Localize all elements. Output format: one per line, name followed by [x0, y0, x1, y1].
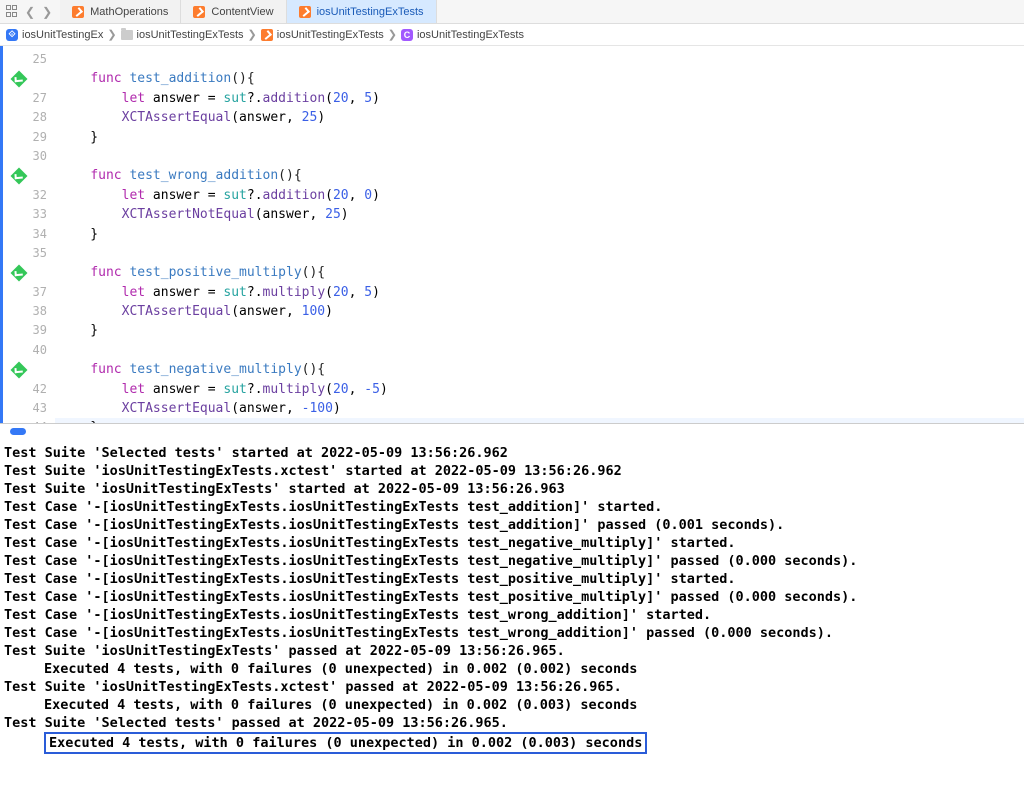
breadcrumb-file[interactable]: iosUnitTestingExTests	[277, 29, 384, 41]
console-line: Test Suite 'iosUnitTestingExTests' passe…	[4, 642, 1020, 660]
line-number	[3, 263, 55, 282]
swift-icon	[299, 6, 311, 18]
tab-label: MathOperations	[90, 6, 168, 18]
line-number: 35	[3, 244, 55, 263]
related-items-icon[interactable]	[6, 5, 20, 19]
line-number	[3, 166, 55, 185]
line-number: 33	[3, 205, 55, 224]
console-line: Test Case '-[iosUnitTestingExTests.iosUn…	[4, 534, 1020, 552]
line-number: 32	[3, 186, 55, 205]
code-line[interactable]: }	[55, 225, 1024, 244]
tab-bar: ❮ ❯ MathOperations ContentView iosUnitTe…	[0, 0, 1024, 24]
line-number: 34	[3, 225, 55, 244]
code-line[interactable]: let answer = sut?.multiply(20, -5)	[55, 380, 1024, 399]
line-number: 38	[3, 302, 55, 321]
chevron-right-icon: ❯	[248, 28, 257, 41]
test-success-icon[interactable]	[11, 362, 28, 379]
code-line[interactable]: let answer = sut?.addition(20, 0)	[55, 186, 1024, 205]
code-line[interactable]: func test_addition(){	[55, 69, 1024, 88]
code-editor[interactable]: 25272829303233343537383940424344 func te…	[0, 46, 1024, 424]
breadcrumb: ⟐ iosUnitTestingEx ❯ iosUnitTestingExTes…	[0, 24, 1024, 46]
console-output[interactable]: Test Suite 'Selected tests' started at 2…	[0, 438, 1024, 785]
console-line: Test Case '-[iosUnitTestingExTests.iosUn…	[4, 552, 1020, 570]
code-line[interactable]: }	[55, 321, 1024, 340]
nav-controls: ❮ ❯	[0, 5, 60, 19]
tab-label: iosUnitTestingExTests	[317, 6, 424, 18]
line-number: 30	[3, 147, 55, 166]
code-line[interactable]	[55, 341, 1024, 360]
code-line[interactable]: XCTAssertEqual(answer, -100)	[55, 399, 1024, 418]
project-icon: ⟐	[6, 29, 18, 41]
breadcrumb-folder[interactable]: iosUnitTestingExTests	[137, 29, 244, 41]
code-line[interactable]	[55, 50, 1024, 69]
code-line[interactable]: func test_wrong_addition(){	[55, 166, 1024, 185]
line-number: 29	[3, 128, 55, 147]
console-line: Test Case '-[iosUnitTestingExTests.iosUn…	[4, 570, 1020, 588]
console-line: Test Case '-[iosUnitTestingExTests.iosUn…	[4, 498, 1020, 516]
line-number: 25	[3, 50, 55, 69]
line-number: 43	[3, 399, 55, 418]
chevron-right-icon: ❯	[107, 28, 116, 41]
console-line: Test Case '-[iosUnitTestingExTests.iosUn…	[4, 516, 1020, 534]
code-line[interactable]: let answer = sut?.multiply(20, 5)	[55, 283, 1024, 302]
line-number	[3, 360, 55, 379]
code-line[interactable]: }	[55, 128, 1024, 147]
console-line: Test Case '-[iosUnitTestingExTests.iosUn…	[4, 588, 1020, 606]
nav-back-icon[interactable]: ❮	[23, 5, 37, 19]
nav-forward-icon[interactable]: ❯	[40, 5, 54, 19]
test-success-icon[interactable]	[11, 71, 28, 88]
line-number: 28	[3, 108, 55, 127]
chevron-right-icon: ❯	[388, 28, 397, 41]
code-area[interactable]: func test_addition(){ let answer = sut?.…	[55, 46, 1024, 423]
line-number: 39	[3, 321, 55, 340]
console-line: Test Suite 'iosUnitTestingExTests.xctest…	[4, 462, 1020, 480]
test-success-icon[interactable]	[11, 168, 28, 185]
console-line: Executed 4 tests, with 0 failures (0 une…	[4, 660, 1020, 678]
line-number: 37	[3, 283, 55, 302]
console-line: Test Case '-[iosUnitTestingExTests.iosUn…	[4, 624, 1020, 642]
line-number	[3, 69, 55, 88]
code-line[interactable]: XCTAssertEqual(answer, 100)	[55, 302, 1024, 321]
console-line: Test Case '-[iosUnitTestingExTests.iosUn…	[4, 606, 1020, 624]
breadcrumb-symbol[interactable]: iosUnitTestingExTests	[417, 29, 524, 41]
tab-contentview[interactable]: ContentView	[181, 0, 286, 23]
code-line[interactable]: func test_positive_multiply(){	[55, 263, 1024, 282]
class-icon: C	[401, 29, 413, 41]
tab-label: ContentView	[211, 6, 273, 18]
breadcrumb-project[interactable]: iosUnitTestingEx	[22, 29, 103, 41]
code-line[interactable]: let answer = sut?.addition(20, 5)	[55, 89, 1024, 108]
line-number: 42	[3, 380, 55, 399]
line-gutter[interactable]: 25272829303233343537383940424344	[3, 46, 55, 423]
console-line: Test Suite 'Selected tests' started at 2…	[4, 444, 1020, 462]
code-line[interactable]	[55, 147, 1024, 166]
line-number: 40	[3, 341, 55, 360]
console-line: Executed 4 tests, with 0 failures (0 une…	[4, 696, 1020, 714]
tab-iosunittestingextests[interactable]: iosUnitTestingExTests	[287, 0, 437, 23]
debug-toggle-icon[interactable]	[10, 428, 26, 435]
console-line: Test Suite 'iosUnitTestingExTests.xctest…	[4, 678, 1020, 696]
console-line: Test Suite 'iosUnitTestingExTests' start…	[4, 480, 1020, 498]
console-line: Executed 4 tests, with 0 failures (0 une…	[4, 732, 1020, 754]
tab-mathoperations[interactable]: MathOperations	[60, 0, 181, 23]
swift-icon	[261, 29, 273, 41]
swift-icon	[72, 6, 84, 18]
console-line: Test Suite 'Selected tests' passed at 20…	[4, 714, 1020, 732]
swift-icon	[193, 6, 205, 18]
code-line[interactable]	[55, 244, 1024, 263]
code-line[interactable]: XCTAssertEqual(answer, 25)	[55, 108, 1024, 127]
code-line[interactable]: func test_negative_multiply(){	[55, 360, 1024, 379]
test-success-icon[interactable]	[11, 265, 28, 282]
line-number: 27	[3, 89, 55, 108]
folder-icon	[121, 30, 133, 40]
debug-toggle-row	[0, 424, 1024, 438]
code-line[interactable]: XCTAssertNotEqual(answer, 25)	[55, 205, 1024, 224]
